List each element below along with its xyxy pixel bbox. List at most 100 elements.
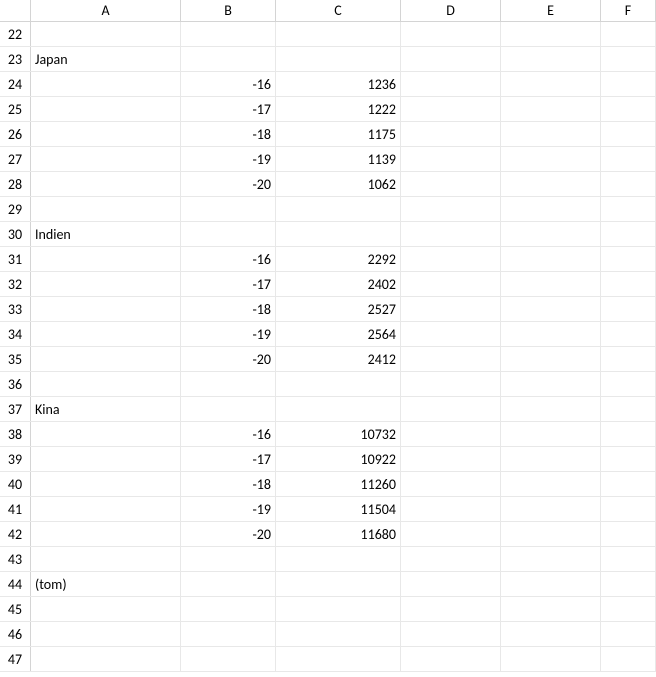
cell[interactable] <box>601 47 656 71</box>
cell[interactable] <box>276 597 401 621</box>
row-header[interactable]: 32 <box>0 272 31 296</box>
cell[interactable] <box>31 647 181 671</box>
cell[interactable] <box>601 522 656 546</box>
cell[interactable] <box>501 597 601 621</box>
cell[interactable] <box>401 122 501 146</box>
cell[interactable] <box>276 397 401 421</box>
cell[interactable] <box>181 397 276 421</box>
cell[interactable] <box>601 122 656 146</box>
column-header-c[interactable]: C <box>276 0 401 21</box>
cell[interactable] <box>181 372 276 396</box>
cell[interactable]: -18 <box>181 122 276 146</box>
cell[interactable] <box>501 497 601 521</box>
cell[interactable] <box>401 347 501 371</box>
cell[interactable] <box>601 322 656 346</box>
cell[interactable]: 11504 <box>276 497 401 521</box>
cell[interactable] <box>31 522 181 546</box>
cell[interactable]: 10732 <box>276 422 401 446</box>
cell[interactable] <box>401 472 501 496</box>
cell[interactable]: 11680 <box>276 522 401 546</box>
row-header[interactable]: 26 <box>0 122 31 146</box>
cell[interactable] <box>501 347 601 371</box>
cell[interactable] <box>501 172 601 196</box>
cell[interactable] <box>501 97 601 121</box>
cell[interactable] <box>401 72 501 96</box>
cell[interactable]: -16 <box>181 247 276 271</box>
cell[interactable]: 2527 <box>276 297 401 321</box>
cell[interactable] <box>276 197 401 221</box>
cell[interactable] <box>31 447 181 471</box>
cell[interactable]: -18 <box>181 472 276 496</box>
cell[interactable] <box>501 472 601 496</box>
cell[interactable]: -17 <box>181 97 276 121</box>
cell[interactable] <box>601 447 656 471</box>
cell[interactable] <box>401 422 501 446</box>
cell[interactable] <box>601 172 656 196</box>
cell[interactable] <box>501 397 601 421</box>
cell[interactable]: 2412 <box>276 347 401 371</box>
cell[interactable]: -20 <box>181 172 276 196</box>
cell[interactable]: -17 <box>181 272 276 296</box>
cell[interactable] <box>401 172 501 196</box>
cell[interactable] <box>501 272 601 296</box>
cell[interactable] <box>181 647 276 671</box>
cell[interactable]: 1139 <box>276 147 401 171</box>
cell[interactable] <box>276 622 401 646</box>
row-header[interactable]: 45 <box>0 597 31 621</box>
cell[interactable] <box>401 97 501 121</box>
cell[interactable]: Indien <box>31 222 181 246</box>
cell[interactable] <box>401 447 501 471</box>
cell[interactable] <box>501 522 601 546</box>
cell[interactable] <box>601 22 656 46</box>
row-header[interactable]: 44 <box>0 572 31 596</box>
cell[interactable]: 1062 <box>276 172 401 196</box>
cell[interactable] <box>401 47 501 71</box>
cell[interactable] <box>181 22 276 46</box>
cell[interactable]: -16 <box>181 422 276 446</box>
cell[interactable] <box>31 172 181 196</box>
row-header[interactable]: 30 <box>0 222 31 246</box>
cell[interactable]: -17 <box>181 447 276 471</box>
cell[interactable] <box>501 222 601 246</box>
cell[interactable] <box>501 372 601 396</box>
cell[interactable] <box>401 322 501 346</box>
cell[interactable]: -19 <box>181 322 276 346</box>
cell[interactable] <box>31 322 181 346</box>
cell[interactable] <box>31 97 181 121</box>
column-header-a[interactable]: A <box>31 0 181 21</box>
cell[interactable] <box>276 547 401 571</box>
cell[interactable] <box>501 622 601 646</box>
row-header[interactable]: 41 <box>0 497 31 521</box>
cell[interactable] <box>181 572 276 596</box>
cell[interactable] <box>501 447 601 471</box>
cell[interactable] <box>501 247 601 271</box>
cell[interactable] <box>601 297 656 321</box>
cell[interactable] <box>401 597 501 621</box>
cell[interactable] <box>601 97 656 121</box>
cell[interactable]: 1222 <box>276 97 401 121</box>
cell[interactable]: 1175 <box>276 122 401 146</box>
cell[interactable] <box>501 147 601 171</box>
row-header[interactable]: 34 <box>0 322 31 346</box>
cell[interactable] <box>276 47 401 71</box>
cell[interactable]: -18 <box>181 297 276 321</box>
row-header[interactable]: 28 <box>0 172 31 196</box>
cell[interactable] <box>501 122 601 146</box>
cell[interactable] <box>501 297 601 321</box>
column-header-d[interactable]: D <box>401 0 501 21</box>
column-header-b[interactable]: B <box>181 0 276 21</box>
cell[interactable] <box>501 547 601 571</box>
cell[interactable] <box>501 422 601 446</box>
cell[interactable] <box>31 272 181 296</box>
cell[interactable] <box>401 372 501 396</box>
cell[interactable]: 10922 <box>276 447 401 471</box>
cell[interactable] <box>31 547 181 571</box>
cell[interactable]: -16 <box>181 72 276 96</box>
select-all-corner[interactable] <box>0 0 31 21</box>
cell[interactable] <box>601 397 656 421</box>
cell[interactable] <box>501 572 601 596</box>
row-header[interactable]: 35 <box>0 347 31 371</box>
cell[interactable] <box>401 247 501 271</box>
cell[interactable] <box>181 597 276 621</box>
cell[interactable]: -19 <box>181 497 276 521</box>
